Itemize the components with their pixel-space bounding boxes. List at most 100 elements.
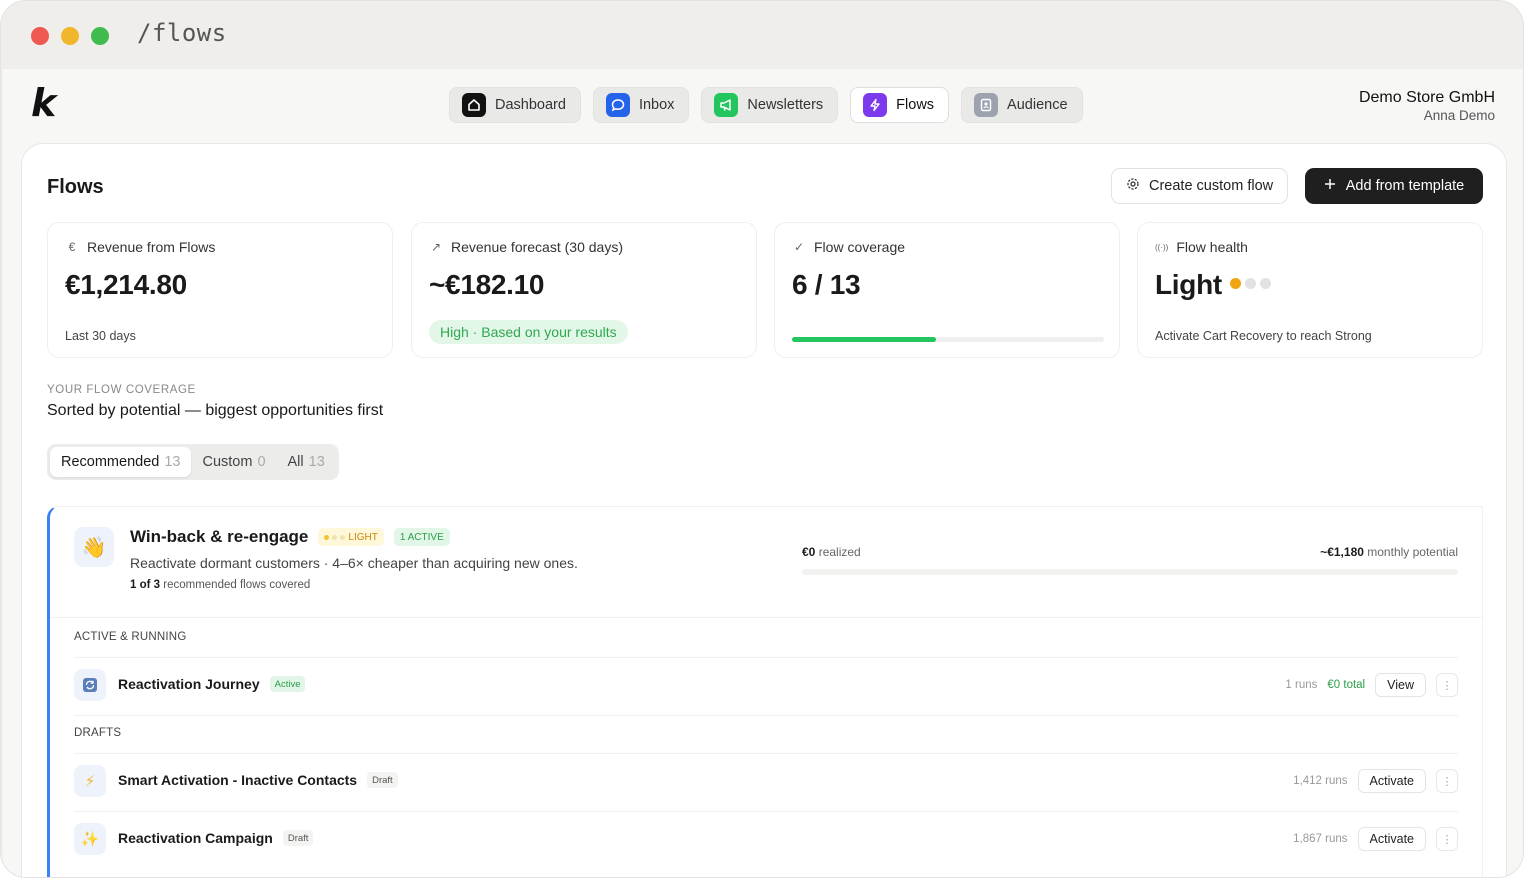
drafts-heading: DRAFTS [74, 727, 122, 739]
flow-name: Smart Activation - Inactive Contacts [118, 772, 358, 788]
nav-dashboard[interactable]: Dashboard [449, 87, 581, 123]
add-from-template-button[interactable]: Add from template [1305, 168, 1483, 204]
flow-filter-tabs: Recommended 13 Custom 0 All 13 [47, 444, 339, 480]
stat-health-label: Flow health [1176, 239, 1248, 255]
gear-icon [1126, 177, 1140, 195]
view-flow-button[interactable]: View [1375, 673, 1426, 697]
create-custom-flow-button[interactable]: Create custom flow [1111, 168, 1289, 204]
user-name: Anna Demo [1423, 108, 1495, 123]
flow-name: Reactivation Journey [118, 676, 260, 692]
stat-health-sub: Activate Cart Recovery to reach Strong [1155, 329, 1372, 343]
waving-hand-icon: 👋 [74, 527, 114, 567]
nav-dashboard-label: Dashboard [495, 97, 566, 113]
flow-runs: 1,867 runs [1293, 833, 1348, 845]
flow-row[interactable]: Reactivation Journey Active 1 runs €0 to… [74, 667, 1458, 703]
coverage-progress-bar [792, 337, 1104, 342]
coverage-progress-fill [792, 337, 936, 342]
lightning-icon: ⚡ [74, 765, 106, 797]
trend-up-icon: ↗ [430, 240, 442, 254]
group-description: Reactivate dormant customers · 4–6× chea… [130, 555, 578, 571]
flow-runs: 1,412 runs [1293, 775, 1348, 787]
home-icon [462, 93, 486, 117]
tab-custom[interactable]: Custom 0 [191, 447, 276, 477]
app-window: /flows k Dashboard Inbox Newsletters Flo… [0, 0, 1524, 878]
potential-progress-bar [802, 569, 1458, 575]
more-options-icon[interactable]: ⋮ [1436, 769, 1458, 793]
maximize-window-button[interactable] [91, 27, 109, 45]
euro-icon: € [68, 240, 76, 254]
group-coverage: 1 of 3 recommended flows covered [130, 579, 311, 591]
tab-all[interactable]: All 13 [277, 447, 336, 477]
health-badge: LIGHT [318, 528, 384, 546]
health-dot [1244, 278, 1256, 290]
active-running-heading: ACTIVE & RUNNING [74, 631, 187, 643]
nav-flows[interactable]: Flows [850, 87, 950, 123]
section-title: Sorted by potential — biggest opportunit… [47, 402, 384, 419]
health-level-dots [1229, 278, 1271, 290]
sparkle-icon: ✨ [74, 823, 106, 855]
flows-panel: Flows Create custom flow Add from templa… [21, 143, 1507, 877]
nav-audience-label: Audience [1007, 97, 1068, 113]
signal-icon: ((·)) [1155, 242, 1169, 252]
status-badge: Draft [282, 830, 314, 846]
title-bar: /flows [1, 1, 1523, 69]
activate-flow-button[interactable]: Activate [1357, 827, 1426, 851]
stat-revenue-sub: Last 30 days [65, 329, 136, 343]
flow-group-win-back[interactable]: 👋 Win-back & re-engage LIGHT 1 ACTIVE Re… [47, 506, 1483, 877]
nav-newsletters[interactable]: Newsletters [701, 87, 839, 123]
check-icon: ✓ [793, 240, 805, 254]
stat-revenue-label: Revenue from Flows [87, 239, 216, 255]
status-badge: Draft [367, 772, 398, 788]
account-menu[interactable]: Demo Store GmbH Anna Demo [1359, 89, 1495, 123]
megaphone-icon [714, 93, 739, 117]
create-custom-flow-label: Create custom flow [1149, 178, 1274, 194]
active-count-badge: 1 ACTIVE [393, 528, 450, 546]
flow-name: Reactivation Campaign [118, 830, 273, 846]
flow-row[interactable]: ⚡ Smart Activation - Inactive Contacts D… [74, 763, 1458, 799]
stat-coverage-value: 6 / 13 [792, 269, 861, 300]
realized-revenue: €0 realized [802, 545, 861, 559]
more-options-icon[interactable]: ⋮ [1436, 673, 1458, 697]
app-content: k Dashboard Inbox Newsletters Flows Audi… [3, 69, 1523, 877]
nav-newsletters-label: Newsletters [747, 97, 824, 113]
page-title: Flows [47, 176, 104, 198]
status-badge: Active [269, 676, 306, 692]
store-name: Demo Store GmbH [1358, 89, 1495, 106]
top-navigation: Dashboard Inbox Newsletters Flows Audien… [449, 87, 1083, 123]
window-title: /flows [137, 19, 227, 47]
refresh-icon [74, 669, 106, 701]
minimize-window-button[interactable] [61, 27, 79, 45]
stat-forecast-card: ↗ Revenue forecast (30 days) ~€182.10 Hi… [411, 222, 757, 358]
brand-logo[interactable]: k [31, 83, 67, 123]
chat-bubble-icon [605, 93, 630, 117]
add-from-template-label: Add from template [1345, 178, 1465, 194]
health-dot [1229, 278, 1241, 290]
stat-forecast-value: ~€182.10 [429, 269, 545, 300]
activate-flow-button[interactable]: Activate [1357, 769, 1426, 793]
flow-row[interactable]: ✨ Reactivation Campaign Draft 1,867 runs… [74, 821, 1458, 857]
stat-coverage-card: ✓ Flow coverage 6 / 13 [774, 222, 1120, 358]
health-level-text: Light [1155, 269, 1222, 300]
nav-inbox[interactable]: Inbox [592, 87, 690, 123]
flow-total: €0 total [1327, 679, 1366, 691]
stat-coverage-label: Flow coverage [814, 239, 906, 255]
close-window-button[interactable] [31, 27, 49, 45]
nav-inbox-label: Inbox [638, 97, 675, 113]
plus-icon [1324, 178, 1336, 194]
health-dot [1259, 278, 1271, 290]
monthly-potential: ~€1,180 monthly potential [1320, 545, 1458, 559]
tab-recommended[interactable]: Recommended 13 [50, 447, 192, 477]
forecast-confidence-pill: High · Based on your results [429, 320, 628, 344]
flow-runs: 1 runs [1285, 679, 1318, 691]
nav-flows-label: Flows [896, 97, 935, 113]
nav-audience[interactable]: Audience [961, 87, 1083, 123]
stat-health-card: ((·)) Flow health Light Activate Cart Re… [1137, 222, 1483, 358]
stat-forecast-label: Revenue forecast (30 days) [451, 239, 623, 255]
lightning-icon [863, 93, 888, 117]
contact-card-icon [974, 93, 999, 117]
stat-revenue-value: €1,214.80 [65, 269, 187, 300]
stat-health-value: Light [1155, 269, 1271, 301]
more-options-icon[interactable]: ⋮ [1436, 827, 1458, 851]
section-kicker: YOUR FLOW COVERAGE [47, 384, 196, 396]
stat-revenue-card: € Revenue from Flows €1,214.80 Last 30 d… [47, 222, 393, 358]
